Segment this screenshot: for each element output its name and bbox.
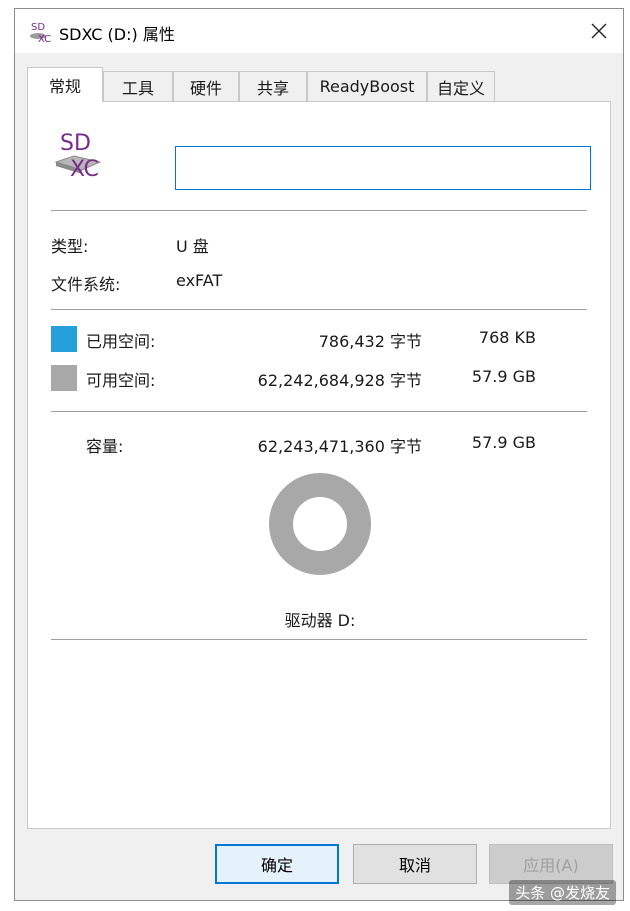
ok-button[interactable]: 确定 — [215, 844, 339, 884]
capacity-label: 容量: — [86, 437, 124, 456]
free-space-label: 可用空间: — [86, 371, 156, 390]
type-label: 类型: — [51, 237, 89, 256]
filesystem-label: 文件系统: — [51, 275, 121, 294]
type-value: U 盘 — [176, 237, 209, 256]
apply-button[interactable]: 应用(A) — [489, 844, 613, 884]
divider — [51, 309, 587, 310]
svg-text:SD: SD — [31, 22, 45, 33]
sdxc-drive-icon: SD XC — [54, 131, 102, 182]
free-space-bytes: 62,242,684,928 字节 — [257, 371, 422, 390]
title-bar[interactable]: SD XC SDXC (D:) 属性 — [15, 9, 623, 53]
drive-icon-text-top: SD — [60, 131, 91, 156]
drive-icon-text-bottom: XC — [70, 157, 99, 182]
watermark-text: 头条 @发烧友 — [509, 880, 616, 905]
tab-sharing[interactable]: 共享 — [239, 71, 307, 101]
divider — [51, 210, 587, 211]
sdxc-drive-icon: SD XC — [30, 22, 51, 44]
used-space-label: 已用空间: — [86, 332, 156, 351]
filesystem-value: exFAT — [176, 271, 223, 290]
drive-label: 驱动器 D: — [284, 611, 356, 630]
divider — [51, 639, 587, 640]
properties-window: SD XC SDXC (D:) 属性 常规 工具 硬件 共享 ReadyBoos… — [14, 8, 624, 901]
free-space-swatch — [51, 365, 77, 391]
tab-readyboost[interactable]: ReadyBoost — [307, 71, 427, 101]
free-space-size: 57.9 GB — [471, 367, 536, 386]
used-space-swatch — [51, 326, 77, 352]
used-space-size: 768 KB — [478, 328, 536, 347]
used-space-bytes: 786,432 字节 — [318, 332, 422, 351]
tab-customize[interactable]: 自定义 — [427, 71, 495, 101]
close-icon — [591, 23, 607, 39]
window-title: SDXC (D:) 属性 — [59, 25, 175, 44]
capacity-size: 57.9 GB — [471, 433, 536, 452]
usage-donut-chart — [269, 473, 371, 575]
tab-hardware[interactable]: 硬件 — [173, 71, 239, 101]
tab-general[interactable]: 常规 — [27, 67, 103, 102]
capacity-bytes: 62,243,471,360 字节 — [257, 437, 422, 456]
drive-name-input[interactable] — [175, 146, 591, 190]
divider — [51, 411, 587, 412]
general-panel: SD XC 类型: U 盘 文件系统: exFAT 已用空间: 786,432 … — [27, 101, 611, 829]
close-button[interactable] — [583, 15, 615, 47]
svg-text:XC: XC — [38, 34, 51, 44]
cancel-button[interactable]: 取消 — [353, 844, 477, 884]
tab-tools[interactable]: 工具 — [103, 71, 173, 101]
